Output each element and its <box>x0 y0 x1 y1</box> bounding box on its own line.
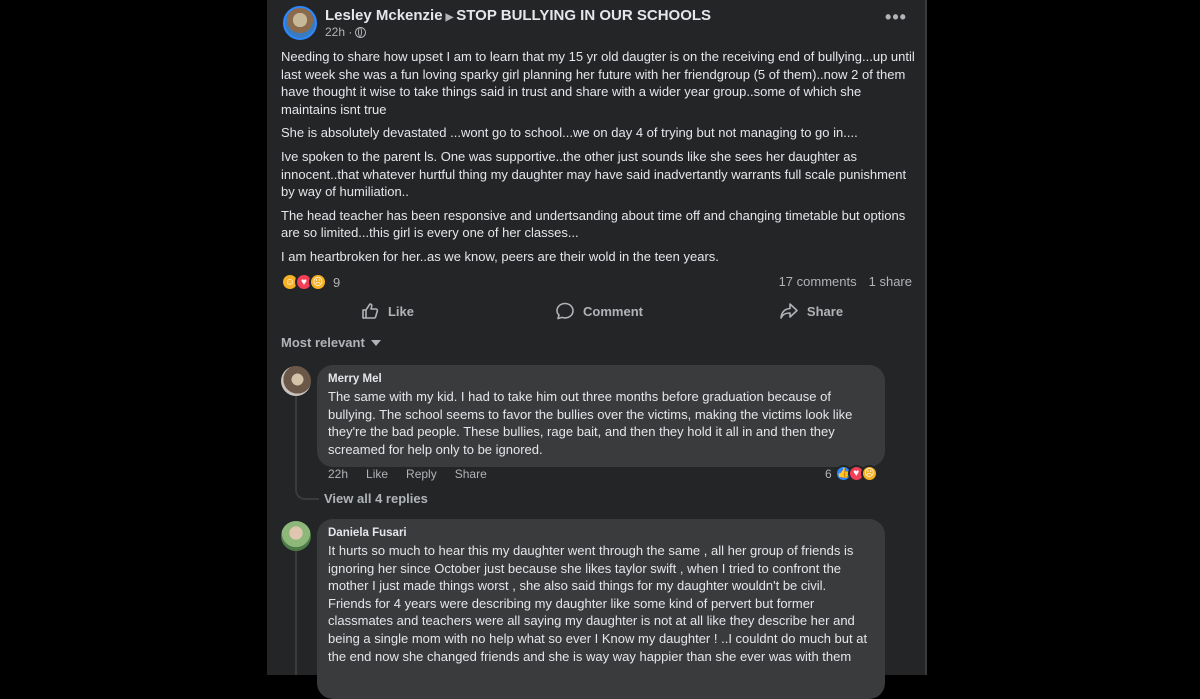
comment-button[interactable]: Comment <box>493 298 705 324</box>
comment-bubble: Daniela Fusari It hurts so much to hear … <box>317 519 885 699</box>
reaction-count: 9 <box>333 274 341 290</box>
comments-count[interactable]: 17 comments <box>779 274 857 289</box>
reaction-summary[interactable]: ☺ ♥ ☹ 9 <box>281 273 340 291</box>
like-button[interactable]: Like <box>281 298 493 324</box>
sad-reaction-icon: ☹ <box>309 273 327 291</box>
comment-reactions[interactable]: 6 👍 ♥ ☹ <box>825 465 878 482</box>
like-icon <box>362 303 379 319</box>
group-name[interactable]: STOP BULLYING IN OUR SCHOOLS <box>456 7 711 24</box>
post-paragraph: I am heartbroken for her..as we know, pe… <box>281 248 719 264</box>
author-avatar[interactable] <box>283 6 317 40</box>
comment-like-button[interactable]: Like <box>366 467 388 481</box>
post-meta: 22h · <box>325 25 367 39</box>
comment-icon <box>556 302 574 320</box>
sad-reaction-icon: ☹ <box>860 465 878 482</box>
comment-text: The same with my kid. I had to take him … <box>328 389 853 457</box>
commenter-name[interactable]: Daniela Fusari <box>328 527 873 539</box>
arrow-right-icon: ▶ <box>445 12 454 23</box>
post-paragraph: The head teacher has been responsive and… <box>281 207 906 241</box>
post-header: Lesley Mckenzie ▶ STOP BULLYING IN OUR SCH… <box>325 7 711 24</box>
commenter-name[interactable]: Merry Mel <box>328 373 873 385</box>
share-label: Share <box>806 303 844 319</box>
thread-connector <box>295 551 297 675</box>
more-icon[interactable]: ••• <box>884 8 908 30</box>
share-button[interactable]: Share <box>705 298 917 324</box>
share-icon <box>780 303 798 319</box>
commenter-avatar[interactable] <box>281 521 311 551</box>
post-actions: Like Comment Share <box>281 298 917 324</box>
like-label: Like <box>387 303 414 319</box>
comment-reply-button[interactable]: Reply <box>406 467 437 481</box>
comment-sort-dropdown[interactable]: Most relevant <box>281 335 381 350</box>
caret-down-icon <box>370 339 381 346</box>
sort-label: Most relevant <box>281 335 365 350</box>
author-name[interactable]: Lesley Mckenzie <box>325 7 443 24</box>
comment-time[interactable]: 22h <box>328 467 348 481</box>
feed-divider <box>925 0 927 675</box>
thread-connector <box>295 396 319 500</box>
comment-label: Comment <box>583 303 643 319</box>
post-paragraph: She is absolutely devastated ...wont go … <box>281 125 858 141</box>
comment-share-button[interactable]: Share <box>455 467 487 481</box>
shares-count[interactable]: 1 share <box>869 274 912 289</box>
comment-bubble: Merry Mel The same with my kid. I had to… <box>317 365 885 468</box>
post-stats: 17 comments 1 share <box>779 274 912 289</box>
post-text: Needing to share how upset I am to learn… <box>281 48 917 272</box>
post-time[interactable]: 22h · <box>325 25 352 39</box>
post-paragraph: Needing to share how upset I am to learn… <box>281 49 915 117</box>
view-replies-link[interactable]: View all 4 replies <box>324 491 428 506</box>
post-paragraph: Ive spoken to the parent ls. One was sup… <box>281 148 907 200</box>
comment-reaction-count: 6 <box>825 466 832 481</box>
comment-text: It hurts so much to hear this my daughte… <box>328 543 868 664</box>
globe-icon <box>355 26 367 38</box>
comment-actions: 22h Like Reply Share <box>328 467 487 481</box>
commenter-avatar[interactable] <box>281 366 311 396</box>
